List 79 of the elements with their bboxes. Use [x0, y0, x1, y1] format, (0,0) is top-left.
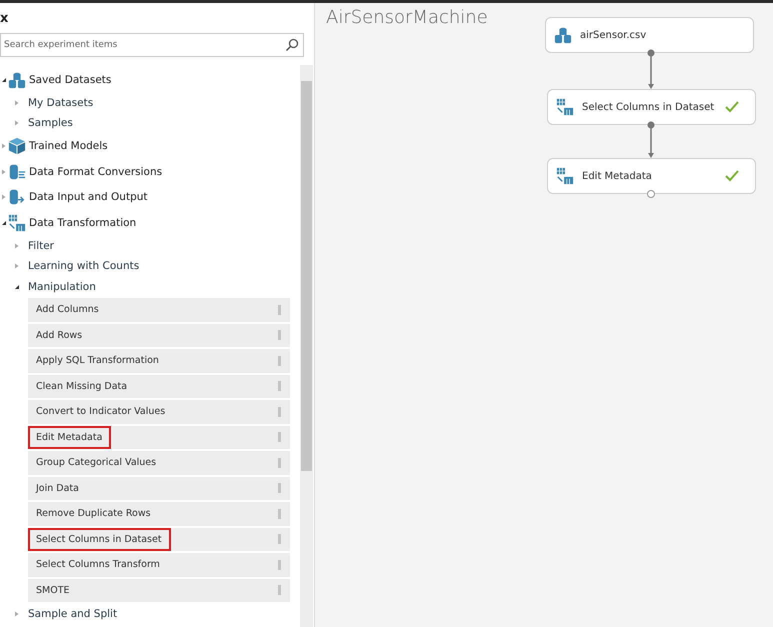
module-item[interactable]: Convert to Indicator Values [28, 400, 290, 424]
tree-category[interactable]: Data Input and Output [29, 191, 148, 204]
close-glyph[interactable]: x [0, 3, 314, 31]
tree-category[interactable]: Data Transformation [29, 216, 136, 229]
drag-handle-icon[interactable] [278, 458, 281, 468]
module-item[interactable]: SMOTE [28, 578, 290, 602]
table-transform-icon [556, 167, 574, 185]
module-item[interactable]: Edit Metadata [28, 426, 290, 449]
node-label: Edit Metadata [582, 170, 653, 182]
module-label: Add Rows [35, 328, 84, 343]
tree-toggle[interactable] [13, 282, 21, 291]
module-item[interactable]: Add Rows [28, 324, 290, 347]
drag-handle-icon[interactable] [278, 534, 281, 544]
module-node[interactable]: airSensor.csv [545, 17, 754, 53]
tree-toggle[interactable] [0, 193, 8, 202]
module-item[interactable]: Select Columns Transform [28, 553, 290, 576]
table-transform-icon [556, 98, 574, 116]
module-item[interactable]: Join Data [28, 476, 290, 500]
module-item[interactable]: Select Columns in Dataset [28, 528, 290, 551]
search-icon[interactable] [285, 38, 299, 52]
tree-toggle[interactable] [13, 119, 21, 128]
tree-toggle[interactable] [13, 242, 21, 250]
database-icon [554, 26, 572, 44]
module-node[interactable]: Select Columns in Dataset [547, 89, 756, 125]
tree-toggle[interactable] [0, 168, 8, 176]
tree-category[interactable]: Data Format Conversions [29, 166, 162, 178]
drag-handle-icon[interactable] [278, 483, 281, 494]
drag-handle-icon[interactable] [278, 304, 281, 315]
module-node[interactable]: Edit Metadata [547, 158, 756, 194]
database-export-icon [8, 188, 26, 206]
tree-category[interactable]: Trained Models [29, 140, 108, 152]
tree-toggle[interactable] [0, 218, 8, 227]
drag-handle-icon[interactable] [278, 330, 281, 340]
tree-subcategory[interactable]: Sample and Split [28, 608, 118, 620]
drag-handle-icon[interactable] [278, 585, 281, 596]
drag-handle-icon[interactable] [278, 432, 281, 442]
module-label: Remove Duplicate Rows [35, 507, 152, 522]
tree-subcategory[interactable]: Samples [28, 117, 73, 130]
module-label: Convert to Indicator Values [35, 405, 166, 420]
database-convert-icon [8, 162, 26, 181]
tree-subcategory[interactable]: Learning with Counts [28, 260, 140, 272]
database-icon [8, 70, 26, 89]
drag-handle-icon[interactable] [278, 406, 281, 417]
module-label: Clean Missing Data [35, 380, 128, 394]
module-label: Select Columns Transform [35, 558, 161, 572]
tree-toggle[interactable] [13, 610, 21, 618]
tree-toggle[interactable] [13, 98, 21, 107]
drag-handle-icon[interactable] [278, 508, 281, 519]
experiment-title: AirSensorMachine [326, 7, 488, 28]
node-label: airSensor.csv [580, 30, 648, 40]
table-transform-icon [8, 214, 26, 232]
module-item[interactable]: Apply SQL Transformation [28, 349, 290, 372]
output-port[interactable] [647, 190, 655, 198]
tree-subcategory[interactable]: Manipulation [28, 280, 96, 293]
tree-toggle[interactable] [13, 262, 21, 270]
search-box[interactable]: Search experiment items [0, 33, 304, 57]
module-label: Apply SQL Transformation [35, 354, 160, 368]
tree-subcategory[interactable]: Filter [28, 240, 54, 252]
highlighted-module-label: Edit Metadata [30, 428, 110, 447]
module-item[interactable]: Add Columns [28, 298, 290, 322]
node-label: Select Columns in Dataset [582, 102, 716, 112]
module-label: SMOTE [35, 584, 71, 598]
drag-handle-icon[interactable] [278, 560, 281, 570]
drag-handle-icon[interactable] [278, 356, 281, 366]
module-item[interactable]: Remove Duplicate Rows [28, 502, 290, 526]
tree-toggle[interactable] [0, 142, 8, 150]
highlighted-module-label: Select Columns in Dataset [30, 530, 169, 549]
module-label: Add Columns [35, 303, 100, 318]
tree-subcategory[interactable]: My Datasets [28, 96, 94, 109]
module-item[interactable]: Group Categorical Values [28, 451, 290, 474]
module-item[interactable]: Clean Missing Data [28, 374, 290, 398]
tree-toggle[interactable] [0, 76, 8, 84]
scrollbar-track[interactable] [300, 65, 313, 627]
drag-handle-icon[interactable] [278, 381, 281, 392]
tree-category[interactable]: Saved Datasets [29, 74, 112, 86]
scrollbar-thumb[interactable] [301, 81, 312, 471]
module-label: Group Categorical Values [35, 456, 158, 470]
cube-icon [8, 137, 26, 156]
module-label: Join Data [34, 482, 80, 496]
